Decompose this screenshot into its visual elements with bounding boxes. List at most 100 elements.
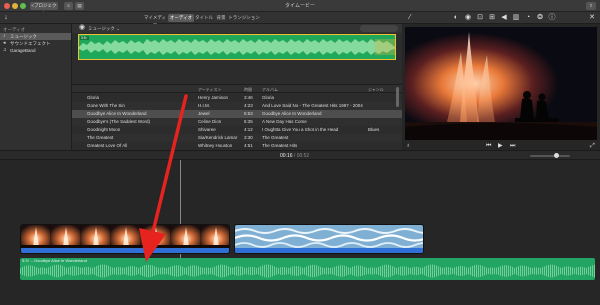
stabilization-icon[interactable]: ⊞ xyxy=(488,14,496,22)
crop-icon[interactable]: ⊡ xyxy=(476,14,484,22)
tab-transitions[interactable]: トランジション xyxy=(228,14,260,22)
zoom-slider-knob[interactable] xyxy=(554,153,559,158)
color-correction-icon[interactable]: ◉ xyxy=(464,14,472,22)
zoom-window-button[interactable] xyxy=(20,3,26,9)
cell-artist: Sia/Kendrick Lamar xyxy=(198,135,238,140)
cell-artist: H.I.M. xyxy=(198,103,210,108)
music-note-icon: ♪ xyxy=(3,33,6,39)
fountain-scene-image xyxy=(405,27,597,140)
sidebar-item-label: GarageBand xyxy=(10,48,36,53)
cell-time: 4:12 xyxy=(244,127,253,132)
timecode-display: 00:16 / 00:52 xyxy=(280,152,309,160)
tab-my-media[interactable]: マイメディア xyxy=(142,14,168,28)
table-row[interactable]: Goodnight Moon Shivaree 4:12 I Oughtta Give… xyxy=(72,126,402,134)
chevron-down-icon: ⌄ xyxy=(116,26,120,31)
table-row[interactable]: Greatest Love Of All Whitney Houston 4:51 T… xyxy=(72,142,402,150)
cell-album: Gloria xyxy=(262,95,275,100)
waveform-preview[interactable]: 3:5↑ xyxy=(78,34,396,60)
skip-forward-icon[interactable]: ⏭ xyxy=(510,143,515,149)
share-icon[interactable]: ⇪ xyxy=(586,2,596,10)
title-bar: <プロジェクト ≡ ▤ タイムービー ⇪ xyxy=(0,0,600,16)
cell-artist: Jewel xyxy=(198,111,210,116)
play-icon[interactable]: ▶ xyxy=(498,143,503,149)
close-window-button[interactable] xyxy=(4,3,10,9)
clip-audio-waveform xyxy=(235,248,423,253)
video-clip-waves[interactable] xyxy=(234,224,424,254)
cell-title: Goodbye Alice In Wonderland xyxy=(87,111,147,116)
minimize-window-button[interactable] xyxy=(12,3,18,9)
column-genre[interactable]: ジャンル xyxy=(368,87,384,93)
search-input[interactable] xyxy=(360,25,398,32)
table-row[interactable]: The Greatest Sia/Kendrick Lamar 3:30 The Gr… xyxy=(72,134,402,142)
source-dropdown[interactable]: ミュージック ⌄ xyxy=(88,25,120,32)
projects-back-button[interactable]: <プロジェクト xyxy=(30,2,58,16)
reset-icon[interactable]: ✕ xyxy=(588,14,596,22)
cell-time: 4:51 xyxy=(244,143,253,148)
tab-audio[interactable]: オーディオ xyxy=(168,14,194,22)
table-header: アーティスト 時間 アルバム ジャンル xyxy=(72,84,402,93)
zoom-slider-track[interactable] xyxy=(530,155,570,157)
color-balance-icon[interactable]: ◐ xyxy=(452,14,460,22)
waveform-preview-graphic xyxy=(79,35,395,59)
info-icon[interactable]: ⓘ xyxy=(548,14,556,22)
speaker-icon: ◂ xyxy=(3,40,6,46)
browser-header: ◉ ミュージック ⌄ xyxy=(72,24,402,33)
sidebar-item-sound-effects[interactable]: ◂ サウンドエフェクト xyxy=(0,40,71,47)
cell-album: A New Day Has Come xyxy=(262,119,307,124)
table-row[interactable]: Goodbye Alice In Wonderland Jewel 5:53 Good… xyxy=(72,110,402,118)
clip-filter-icon[interactable]: ❂ xyxy=(536,14,544,22)
play-preview-icon[interactable]: ◉ xyxy=(78,24,86,32)
timeline: 5:3↑ – Goodbye Alice In Wonderland xyxy=(0,160,600,305)
column-artist[interactable]: アーティスト xyxy=(198,87,222,93)
cell-title: Goodbye's (The Saddest Word) xyxy=(87,119,151,124)
cell-artist: Whitney Houston xyxy=(198,143,233,148)
timecode-current: 00:16 xyxy=(280,153,293,159)
cell-time: 5:53 xyxy=(244,111,253,116)
imovie-window: <プロジェクト ≡ ▤ タイムービー ⇪ ↓ マイメディア オーディオ タイトル… xyxy=(0,0,600,305)
cell-title: Greatest Love Of All xyxy=(87,143,128,148)
skip-back-icon[interactable]: ⏮ xyxy=(486,143,491,149)
cell-artist: Shivaree xyxy=(198,127,216,132)
mic-icon[interactable]: ♁ xyxy=(406,143,411,149)
speed-icon[interactable]: ◔ xyxy=(524,14,532,22)
sidebar: オーディオ ♪ ミュージック ◂ サウンドエフェクト ♫ GarageBand xyxy=(0,24,72,150)
cell-title: Gloria xyxy=(87,95,100,100)
sidebar-item-garageband[interactable]: ♫ GarageBand xyxy=(0,47,71,54)
table-row[interactable]: Gloria Henry Jamison 3:46 Gloria xyxy=(72,94,402,102)
timecode-bar: 00:16 / 00:52 xyxy=(0,150,600,160)
fullscreen-icon[interactable]: ⤢ xyxy=(590,143,595,149)
sidebar-item-label: ミュージック xyxy=(10,34,37,39)
viewer: ♁ ⏮ ▶ ⏭ ⤢ xyxy=(402,24,600,150)
clip-audio-waveform xyxy=(21,248,229,253)
cell-genre: Blues xyxy=(368,127,380,132)
cell-album: I Oughtta Give You a Shot in the Head xyxy=(262,127,339,132)
table-row[interactable]: Gone With The Sin H.I.M. 4:23 And Love Said… xyxy=(72,102,402,110)
video-clip-fountain[interactable] xyxy=(20,224,230,254)
window-title: タイムービー xyxy=(285,3,315,9)
media-toggle-button[interactable]: ▤ xyxy=(75,2,84,10)
library-toggle-button[interactable]: ≡ xyxy=(64,2,73,10)
tab-titles[interactable]: タイトル xyxy=(194,14,214,22)
table-row[interactable]: Goodbye's (The Saddest Word) Celine Dion 5… xyxy=(72,118,402,126)
video-preview[interactable] xyxy=(405,27,597,140)
source-dropdown-label: ミュージック xyxy=(88,26,115,31)
cell-time: 5:35 xyxy=(244,119,253,124)
cell-title: Goodnight Moon xyxy=(87,127,121,132)
cell-artist: Henry Jamison xyxy=(198,95,229,100)
music-track-clip[interactable]: 5:3↑ – Goodbye Alice In Wonderland xyxy=(20,258,595,280)
audio-browser: ◉ ミュージック ⌄ 3:5↑ アーティスト 時間 アルバム ジャンル Glor… xyxy=(72,24,402,174)
sidebar-item-music[interactable]: ♪ ミュージック xyxy=(0,33,71,40)
volume-icon[interactable]: ◀ xyxy=(500,14,508,22)
tab-backgrounds[interactable]: 背景 xyxy=(214,14,228,22)
noise-reduction-icon[interactable]: ▥ xyxy=(512,14,520,22)
magic-wand-icon[interactable]: ⁄ xyxy=(406,14,414,22)
guitar-icon: ♫ xyxy=(3,47,7,53)
column-time[interactable]: 時間 xyxy=(244,87,252,93)
cell-album: Goodbye Alice In Wonderland xyxy=(262,111,322,116)
table-scrollbar[interactable] xyxy=(396,87,399,107)
column-album[interactable]: アルバム xyxy=(262,87,278,93)
cell-album: And Love Said No - The Greatest Hits 199… xyxy=(262,103,363,108)
cell-title: The Greatest xyxy=(87,135,114,140)
cell-time: 3:30 xyxy=(244,135,253,140)
import-icon[interactable]: ↓ xyxy=(2,14,10,22)
